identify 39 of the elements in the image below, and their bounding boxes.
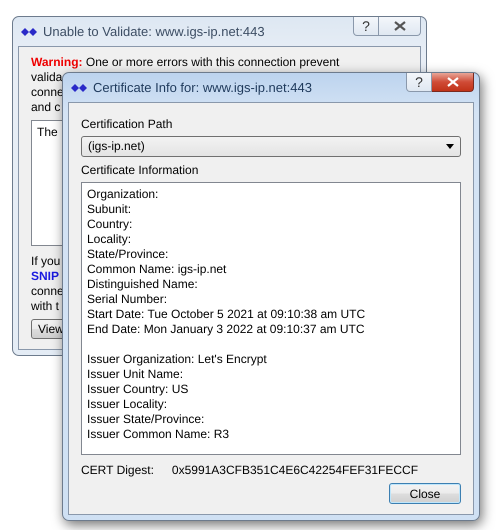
- info-text: Issuer Country: US: [87, 382, 188, 397]
- info-text: Start Date: Tue October 5 2021 at 09:10:38 am UTC: [87, 306, 366, 322]
- message-text: and c: [31, 100, 60, 115]
- info-text: Serial Number:: [87, 292, 168, 307]
- info-text: Issuer Organization: Let's Encrypt: [87, 352, 267, 367]
- digest-label: CERT Digest:: [81, 463, 154, 478]
- info-text: Issuer Locality:: [87, 396, 168, 412]
- dropdown-arrow-icon: [446, 144, 454, 149]
- info-text: Issuer Unit Name:: [87, 366, 184, 382]
- message-text: If you: [31, 254, 60, 269]
- message-text: conne: [31, 284, 64, 299]
- info-text: End Date: Mon January 3 2022 at 09:10:37 am UTC: [87, 322, 364, 337]
- message-text: valida: [31, 70, 62, 85]
- path-dropdown[interactable]: (igs-ip.net): [81, 136, 461, 157]
- info-label: Certificate Information: [81, 162, 200, 177]
- info-text: State/Province:: [87, 246, 168, 262]
- close-icon: [394, 21, 406, 31]
- app-logo-icon: [21, 26, 37, 36]
- close-icon: [446, 77, 458, 87]
- info-text: Distinguished Name:: [87, 276, 198, 292]
- message-text: conne: [31, 85, 64, 100]
- info-text: Country:: [87, 216, 132, 232]
- info-text: Common Name: igs-ip.net: [87, 262, 226, 277]
- help-button[interactable]: ?: [406, 73, 432, 92]
- path-label: Certification Path: [81, 117, 174, 131]
- app-logo-icon: [71, 82, 87, 92]
- close-button[interactable]: [432, 73, 474, 92]
- window-title: Unable to Validate: www.igs-ip.net:443: [43, 24, 265, 39]
- info-text: Issuer Common Name: R3: [87, 426, 230, 442]
- close-dialog-button[interactable]: Close: [389, 483, 461, 504]
- info-text: Issuer State/Province:: [87, 412, 204, 427]
- warning-message: Warning: One or more errors with this connection prevent: [31, 55, 340, 70]
- message-text: with t: [31, 298, 60, 314]
- window-title: Certificate Info for: www.igs-ip.net:443: [93, 80, 312, 95]
- info-text: Locality:: [87, 232, 132, 247]
- digest-value: 0x5991A3CFB351C4E6C42254FEF31FECCF: [172, 463, 418, 478]
- message-text: SNIP: [31, 268, 60, 284]
- info-text: Subunit:: [87, 202, 132, 217]
- info-text: Organization:: [87, 186, 158, 202]
